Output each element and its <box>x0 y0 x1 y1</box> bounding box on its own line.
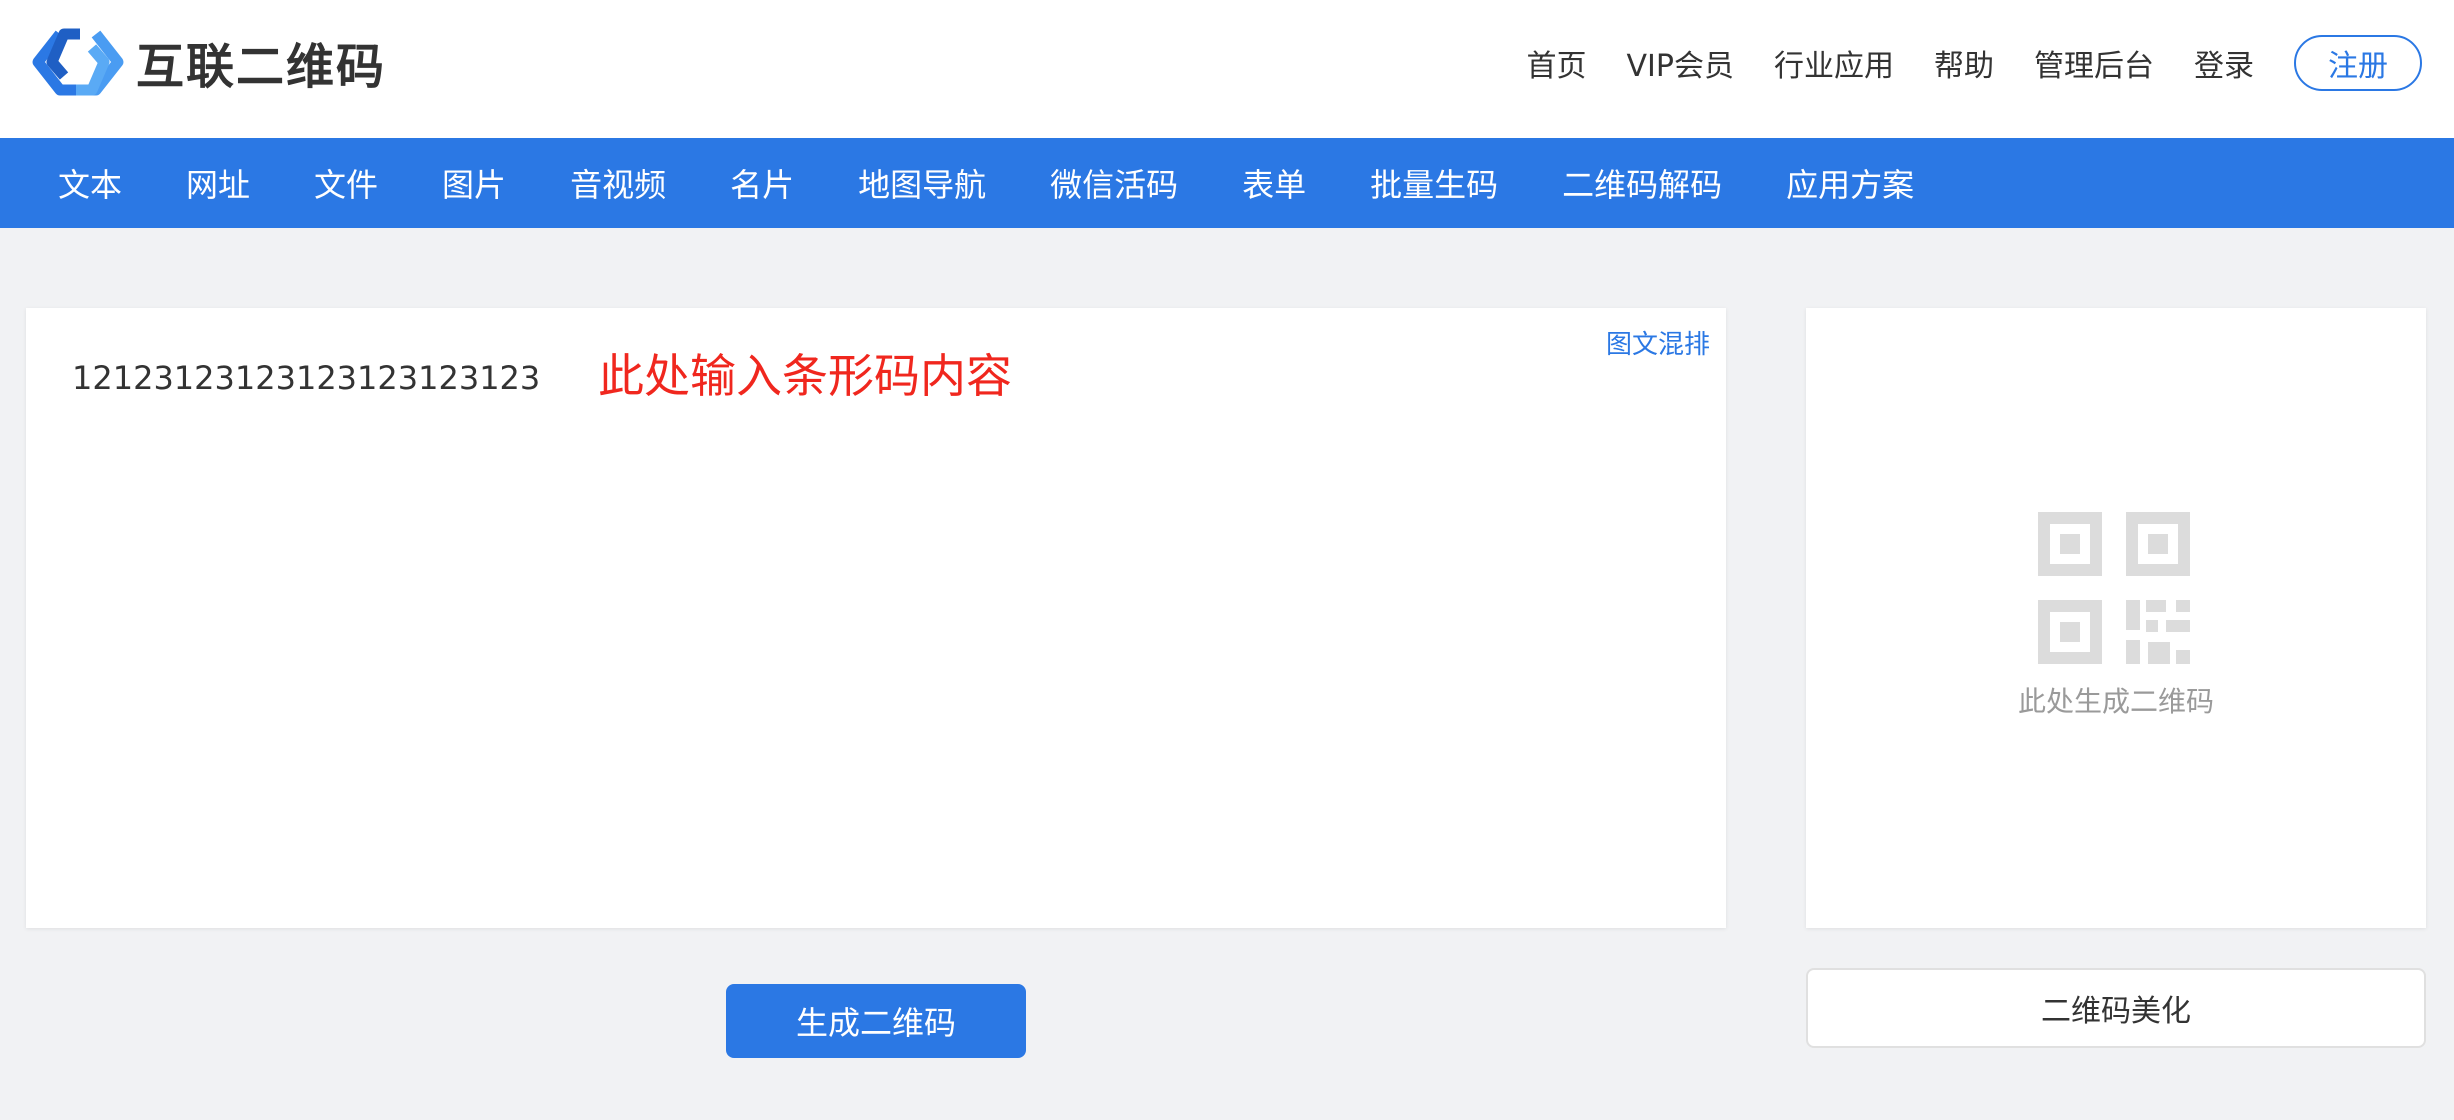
tool-image[interactable]: 图片 <box>442 160 506 206</box>
beautify-qr-button[interactable]: 二维码美化 <box>1806 968 2426 1048</box>
qr-preview-hint: 此处生成二维码 <box>2017 685 2214 718</box>
nav-home[interactable]: 首页 <box>1527 41 1587 85</box>
tool-map-navigation[interactable]: 地图导航 <box>858 160 986 206</box>
tool-text[interactable]: 文本 <box>58 160 122 206</box>
nav-vip[interactable]: VIP会员 <box>1627 41 1734 85</box>
tool-batch-generate[interactable]: 批量生码 <box>1370 160 1498 206</box>
brand-name: 互联二维码 <box>136 39 387 95</box>
header: 互联二维码 首页 VIP会员 行业应用 帮助 管理后台 登录 注册 <box>0 0 2454 138</box>
qr-code-placeholder-icon <box>2038 512 2190 664</box>
barcode-input-hint: 此处输入条形码内容 <box>598 349 1012 403</box>
top-nav: 首页 VIP会员 行业应用 帮助 管理后台 登录 注册 <box>1487 34 2422 92</box>
tool-form[interactable]: 表单 <box>1242 160 1306 206</box>
logo[interactable]: 互联二维码 <box>30 26 386 98</box>
nav-login[interactable]: 登录 <box>2194 41 2254 85</box>
tool-qr-decode[interactable]: 二维码解码 <box>1562 160 1722 206</box>
tool-bar: 文本 网址 文件 图片 音视频 名片 地图导航 微信活码 表单 批量生码 二维码… <box>0 138 2454 228</box>
tool-url[interactable]: 网址 <box>186 160 250 206</box>
tool-wechat-live-code[interactable]: 微信活码 <box>1050 160 1178 206</box>
tool-business-card[interactable]: 名片 <box>730 160 794 206</box>
chain-link-logo-icon <box>32 28 124 96</box>
qr-preview-panel: 此处生成二维码 <box>1806 308 2426 928</box>
register-button[interactable]: 注册 <box>2294 35 2422 91</box>
nav-help[interactable]: 帮助 <box>1934 41 1994 85</box>
editor-panel: 图文混排 此处输入条形码内容 <box>26 308 1726 928</box>
tool-solutions[interactable]: 应用方案 <box>1786 160 1914 206</box>
nav-industry[interactable]: 行业应用 <box>1774 41 1894 85</box>
nav-admin[interactable]: 管理后台 <box>2034 41 2154 85</box>
tool-file[interactable]: 文件 <box>314 160 378 206</box>
tool-audio-video[interactable]: 音视频 <box>570 160 666 206</box>
generate-qr-button[interactable]: 生成二维码 <box>726 984 1026 1058</box>
